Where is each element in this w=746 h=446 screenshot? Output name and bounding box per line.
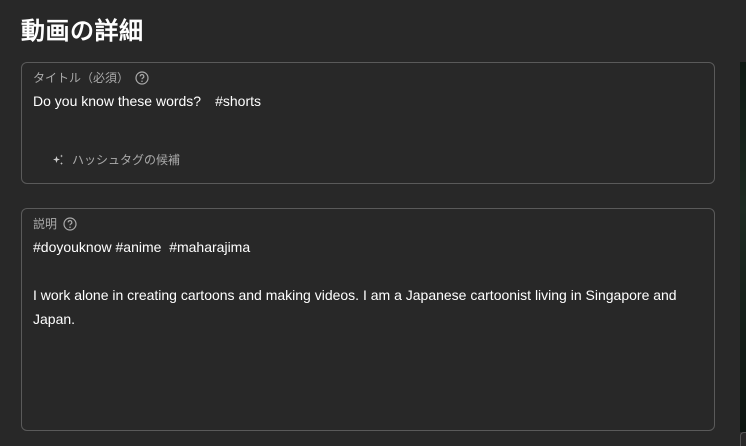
sparkle-icon bbox=[52, 154, 64, 166]
panel-edge bbox=[740, 432, 746, 446]
description-field-label-row: 説明 bbox=[33, 215, 77, 232]
hashtag-suggestion-label: ハッシュタグの候補 bbox=[72, 153, 181, 167]
page-title: 動画の詳細 bbox=[21, 17, 144, 45]
title-field-label: タイトル（必須） bbox=[33, 71, 130, 85]
description-field-label: 説明 bbox=[33, 217, 58, 231]
title-field-label-row: タイトル（必須） bbox=[33, 69, 149, 86]
video-preview-edge bbox=[740, 62, 746, 432]
description-input[interactable]: #doyouknow #anime #maharajima I work alo… bbox=[33, 235, 703, 331]
help-circle-icon[interactable] bbox=[135, 70, 149, 85]
title-input[interactable]: Do you know these words? #shorts bbox=[33, 89, 703, 113]
title-field[interactable]: タイトル（必須） Do you know these words? #short… bbox=[21, 62, 715, 184]
help-circle-icon[interactable] bbox=[63, 216, 77, 231]
description-field[interactable]: 説明 #doyouknow #anime #maharajima I work … bbox=[21, 208, 715, 431]
hashtag-suggestion-button[interactable]: ハッシュタグの候補 bbox=[52, 151, 180, 168]
